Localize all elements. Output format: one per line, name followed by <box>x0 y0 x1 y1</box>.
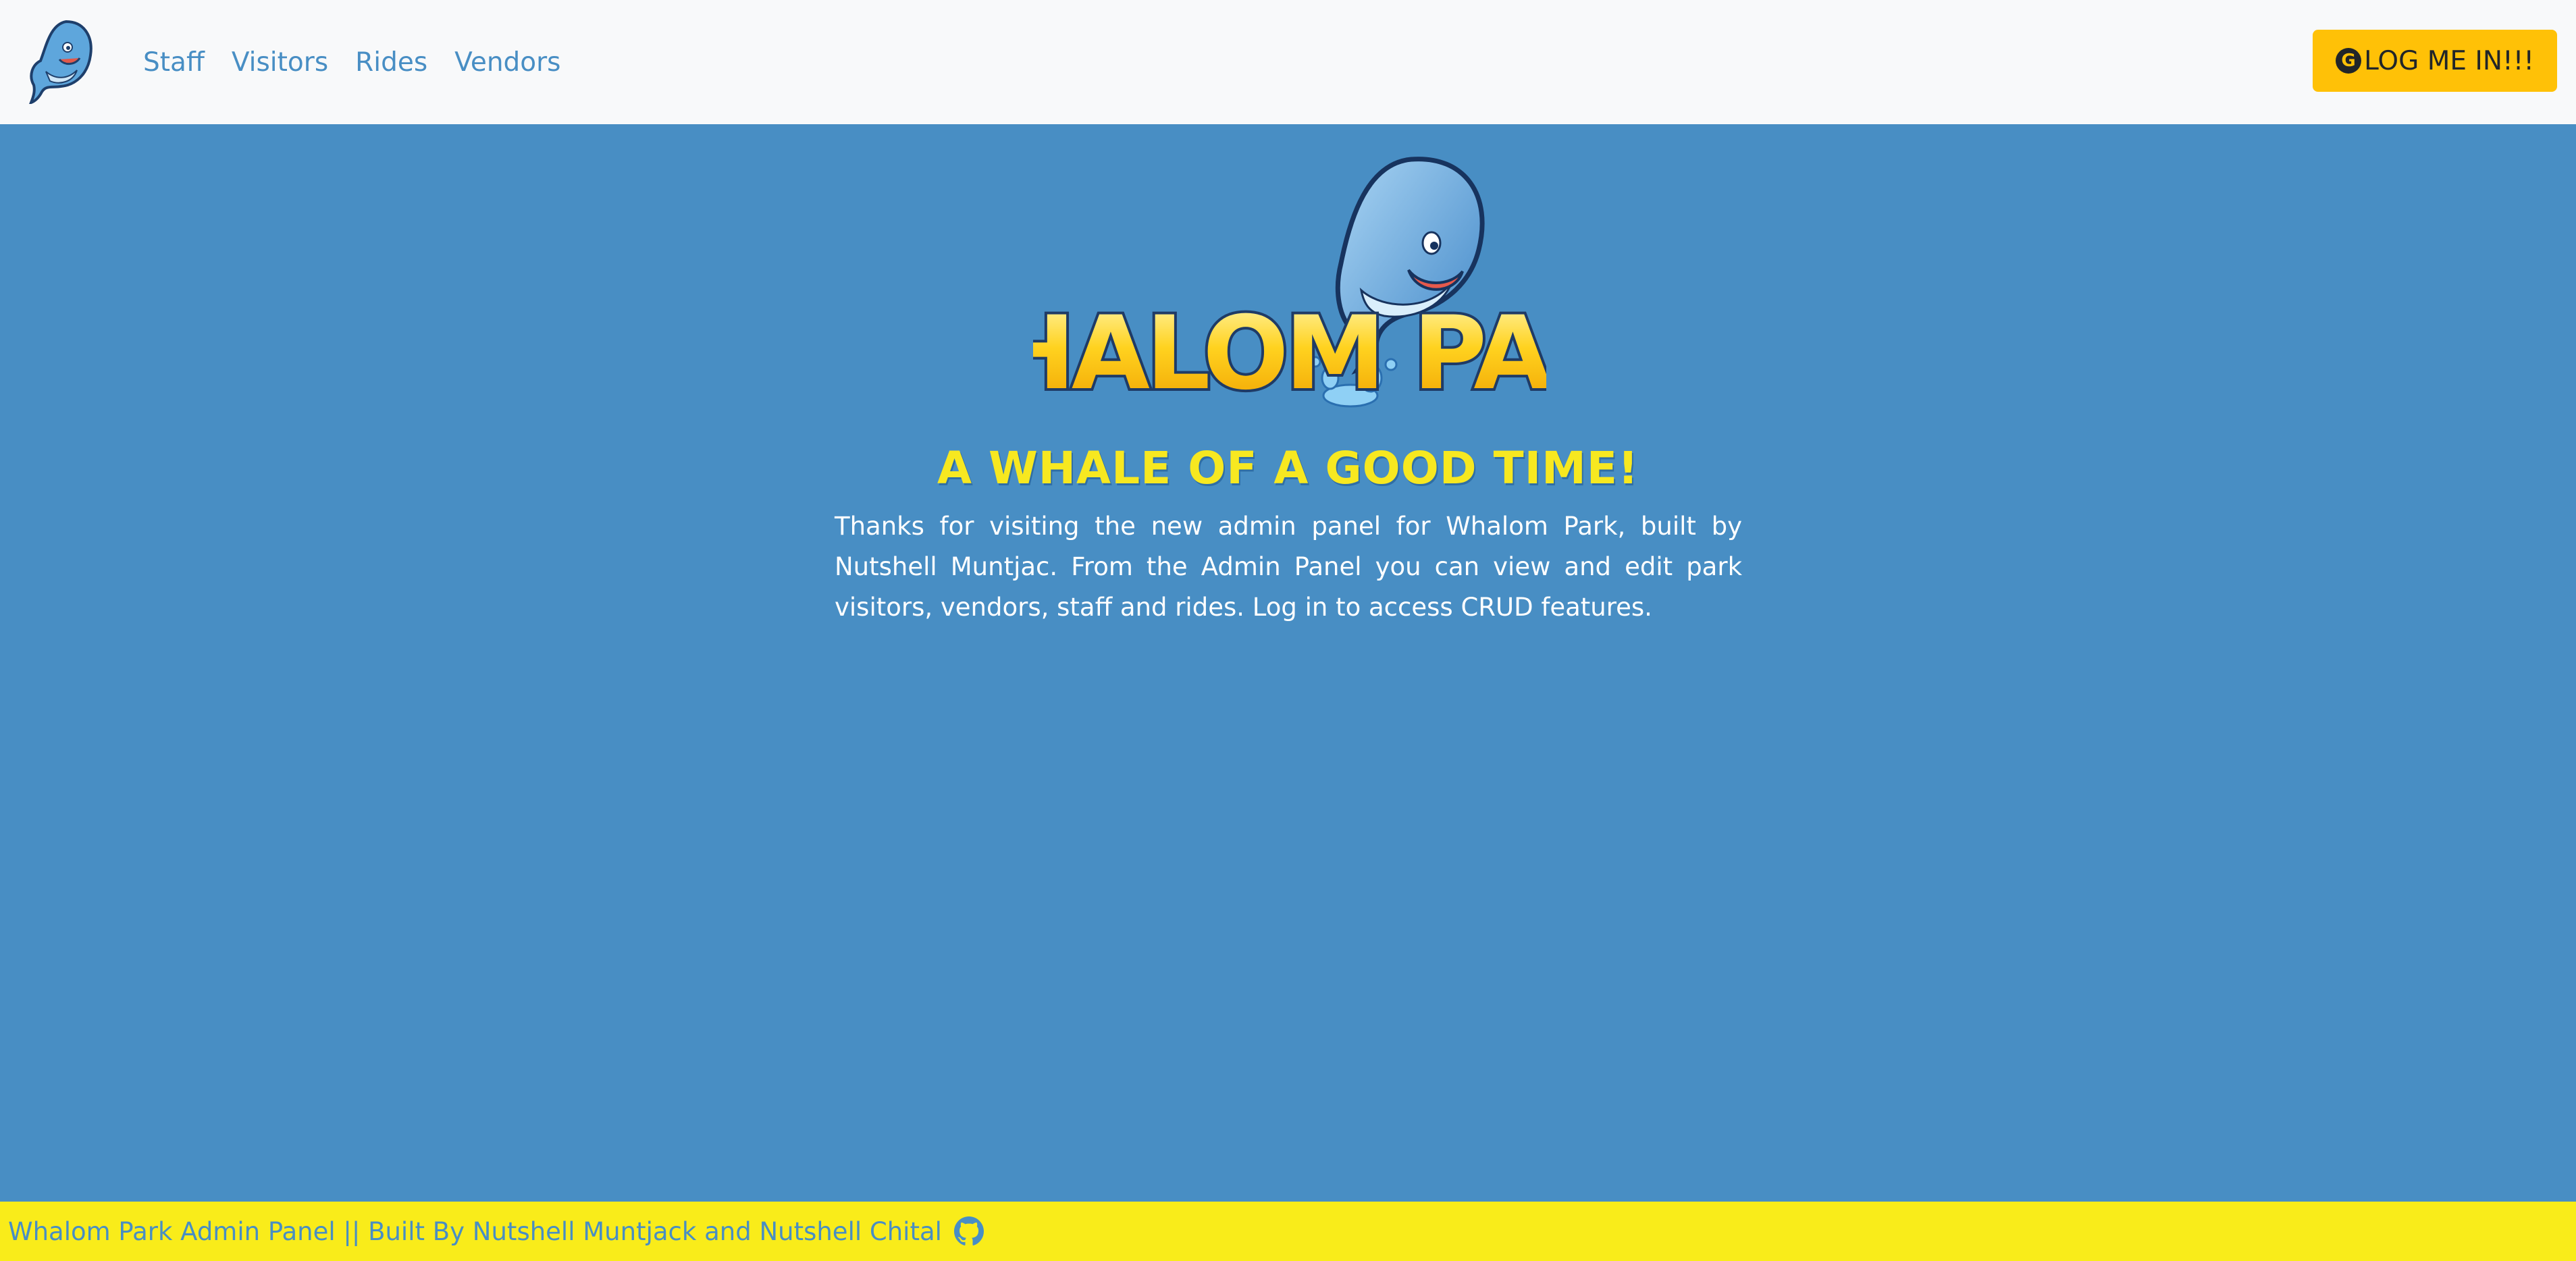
nav-item-staff[interactable]: Staff <box>143 47 205 78</box>
github-icon[interactable] <box>953 1216 984 1246</box>
nav-item-vendors[interactable]: Vendors <box>454 47 560 78</box>
logo-wordmark: WHALOM PARK <box>1033 295 1546 412</box>
nav-links: Staff Visitors Rides Vendors <box>143 0 588 124</box>
login-button-label: LOG ME IN!!! <box>2364 45 2534 76</box>
nav-item-rides[interactable]: Rides <box>355 47 427 78</box>
whalom-park-logo: WHALOM PARK <box>1033 157 1546 415</box>
top-navbar: Staff Visitors Rides Vendors G LOG ME IN… <box>0 0 2576 124</box>
intro-text: Thanks for visiting the new admin panel … <box>835 512 1742 622</box>
whale-icon[interactable] <box>26 18 96 104</box>
login-button[interactable]: G LOG ME IN!!! <box>2313 30 2557 92</box>
google-icon: G <box>2336 48 2362 74</box>
nav-item-visitors[interactable]: Visitors <box>232 47 328 78</box>
tagline: A WHALE OF A GOOD TIME! <box>937 442 1639 494</box>
footer-text: Whalom Park Admin Panel || Built By Nuts… <box>8 1216 942 1246</box>
footer: Whalom Park Admin Panel || Built By Nuts… <box>0 1202 2576 1261</box>
